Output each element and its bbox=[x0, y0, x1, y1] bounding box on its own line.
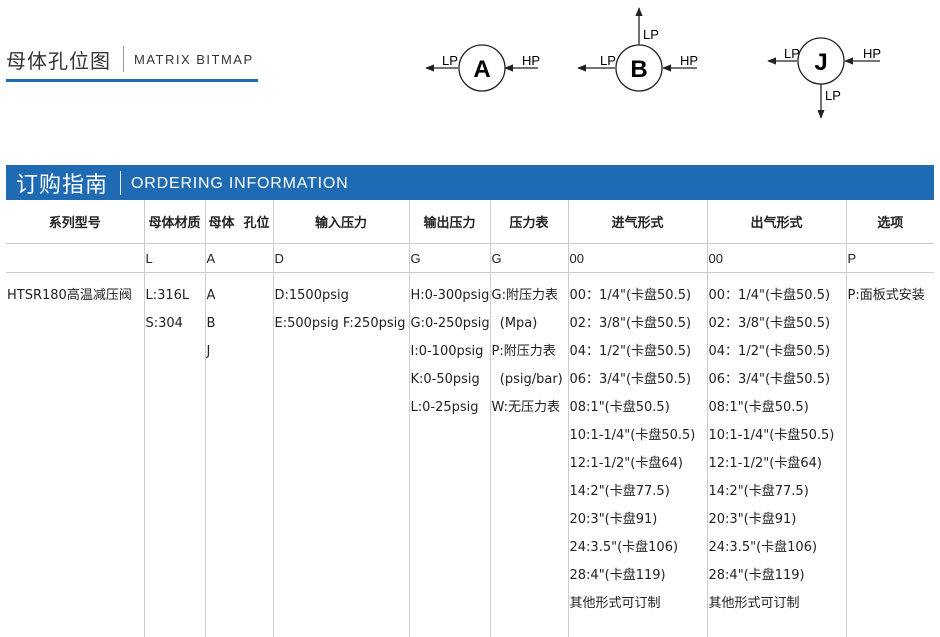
option-item: 20:3"(卡盘91) bbox=[709, 509, 846, 537]
ordering-title-cn: 订购指南 bbox=[16, 167, 108, 199]
code-cell: 00 bbox=[707, 244, 846, 273]
header-cell: 出气形式 bbox=[707, 200, 846, 244]
diagram-j-hp-label: HP bbox=[863, 46, 881, 61]
options-cell-option: P:面板式安装 bbox=[846, 273, 934, 637]
option-item: 02：3/8"(卡盘50.5) bbox=[570, 313, 707, 341]
header-cell: 输出压力 bbox=[409, 200, 490, 244]
header-cell: 母体材质 bbox=[144, 200, 205, 244]
option-item: 24:3.5"(卡盘106) bbox=[709, 537, 846, 565]
options-cell-port-position: A B J bbox=[205, 273, 273, 637]
diagram-b: B LP HP LP bbox=[578, 8, 698, 91]
option-item: 06：3/4"(卡盘50.5) bbox=[709, 369, 846, 397]
option-item: L:0-25psig bbox=[411, 397, 490, 425]
option-item: W:无压力表 bbox=[492, 397, 568, 425]
ordering-title-en: ORDERING INFORMATION bbox=[131, 175, 348, 193]
option-item: (Mpa) bbox=[492, 313, 568, 341]
ordering-header-row: 系列型号 母体材质 母体 孔位 输入压力 输出压力 压力表 进气形式 出气形式 … bbox=[6, 200, 934, 244]
option-item: K:0-50psig bbox=[411, 369, 490, 397]
option-item: L:316L bbox=[146, 285, 205, 313]
diagram-b-letter: B bbox=[630, 56, 647, 83]
option-item: 10:1-1/4"(卡盘50.5) bbox=[709, 425, 846, 453]
diagram-a-hp-label: HP bbox=[522, 53, 540, 68]
code-cell: G bbox=[490, 244, 568, 273]
ordering-code-row: L A D G G 00 00 P bbox=[6, 244, 934, 273]
header-cell: 进气形式 bbox=[568, 200, 707, 244]
code-cell: D bbox=[273, 244, 409, 273]
option-item: S:304 bbox=[146, 313, 205, 341]
option-item: B bbox=[207, 313, 273, 341]
option-item: 04：1/2"(卡盘50.5) bbox=[570, 341, 707, 369]
option-item: HTSR180高温减压阀 bbox=[7, 285, 144, 313]
option-item: 06：3/4"(卡盘50.5) bbox=[570, 369, 707, 397]
option-item: A bbox=[207, 285, 273, 313]
option-item: E:500psig F:250psig bbox=[275, 313, 409, 341]
diagram-j-lp-label: LP bbox=[784, 46, 800, 61]
header-cell: 选项 bbox=[846, 200, 934, 244]
option-item: 其他形式可订制 bbox=[709, 593, 846, 621]
diagram-j-letter: J bbox=[814, 49, 827, 76]
diagram-a-letter: A bbox=[473, 56, 490, 83]
code-cell: 00 bbox=[568, 244, 707, 273]
option-item: 12:1-1/2"(卡盘64) bbox=[709, 453, 846, 481]
option-item: (psig/bar) bbox=[492, 369, 568, 397]
header-cell: 输入压力 bbox=[273, 200, 409, 244]
option-item: 其他形式可订制 bbox=[570, 593, 707, 621]
header-cell: 母体 孔位 bbox=[205, 200, 273, 244]
diagram-a: A LP HP bbox=[426, 45, 540, 91]
option-item: 08:1"(卡盘50.5) bbox=[709, 397, 846, 425]
option-item: G:0-250psig bbox=[411, 313, 490, 341]
option-item: 08:1"(卡盘50.5) bbox=[570, 397, 707, 425]
option-item: 12:1-1/2"(卡盘64) bbox=[570, 453, 707, 481]
option-item: G:附压力表 bbox=[492, 285, 568, 313]
diagram-j: J LP HP LP bbox=[768, 38, 881, 118]
ordering-title-divider bbox=[120, 171, 121, 195]
diagram-b-top-lp-label: LP bbox=[643, 27, 659, 42]
option-item: H:0-300psig bbox=[411, 285, 490, 313]
options-cell-gauge: G:附压力表 (Mpa) P:附压力表 (psig/bar) W:无压力表 bbox=[490, 273, 568, 637]
option-item: 20:3"(卡盘91) bbox=[570, 509, 707, 537]
code-cell: P bbox=[846, 244, 934, 273]
diagram-j-bottom-lp-label: LP bbox=[825, 88, 841, 103]
header-cell: 系列型号 bbox=[6, 200, 144, 244]
diagram-b-hp-label: HP bbox=[680, 53, 698, 68]
option-item: J bbox=[207, 341, 273, 369]
option-item: I:0-100psig bbox=[411, 341, 490, 369]
code-cell: L bbox=[144, 244, 205, 273]
option-item: D:1500psig bbox=[275, 285, 409, 313]
option-item: P:面板式安装 bbox=[848, 285, 935, 313]
option-item: 10:1-1/4"(卡盘50.5) bbox=[570, 425, 707, 453]
options-cell-material: L:316L S:304 bbox=[144, 273, 205, 637]
option-item: 28:4"(卡盘119) bbox=[709, 565, 846, 593]
option-item: 14:2"(卡盘77.5) bbox=[709, 481, 846, 509]
option-item: 28:4"(卡盘119) bbox=[570, 565, 707, 593]
option-item: 04：1/2"(卡盘50.5) bbox=[709, 341, 846, 369]
diagram-b-lp-label: LP bbox=[600, 53, 616, 68]
code-cell: G bbox=[409, 244, 490, 273]
option-item: 00：1/4"(卡盘50.5) bbox=[709, 285, 846, 313]
code-cell bbox=[6, 244, 144, 273]
options-cell-inlet-form: 00：1/4"(卡盘50.5) 02：3/8"(卡盘50.5) 04：1/2"(… bbox=[568, 273, 707, 637]
ordering-options-row: HTSR180高温减压阀 L:316L S:304 A B J D:1500ps… bbox=[6, 273, 934, 637]
options-cell-outlet-form: 00：1/4"(卡盘50.5) 02：3/8"(卡盘50.5) 04：1/2"(… bbox=[707, 273, 846, 637]
diagram-a-lp-label: LP bbox=[442, 53, 458, 68]
option-item: 24:3.5"(卡盘106) bbox=[570, 537, 707, 565]
ordering-table: 系列型号 母体材质 母体 孔位 输入压力 输出压力 压力表 进气形式 出气形式 … bbox=[6, 200, 934, 637]
port-position-diagrams: A LP HP B LP HP LP J LP HP LP bbox=[0, 0, 940, 130]
option-item: 14:2"(卡盘77.5) bbox=[570, 481, 707, 509]
header-cell: 压力表 bbox=[490, 200, 568, 244]
options-cell-inlet-pressure: D:1500psig E:500psig F:250psig bbox=[273, 273, 409, 637]
options-cell-series: HTSR180高温减压阀 bbox=[6, 273, 144, 637]
options-cell-outlet-pressure: H:0-300psig G:0-250psig I:0-100psig K:0-… bbox=[409, 273, 490, 637]
option-item: 02：3/8"(卡盘50.5) bbox=[709, 313, 846, 341]
option-item: P:附压力表 bbox=[492, 341, 568, 369]
code-cell: A bbox=[205, 244, 273, 273]
ordering-header-bar: 订购指南 ORDERING INFORMATION bbox=[6, 165, 934, 200]
option-item: 00：1/4"(卡盘50.5) bbox=[570, 285, 707, 313]
